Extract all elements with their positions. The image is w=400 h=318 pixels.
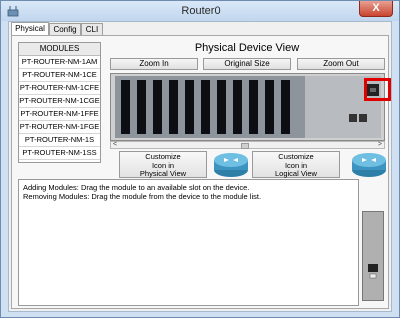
zoom-out-button[interactable]: Zoom Out — [297, 58, 385, 70]
module-item[interactable]: PT-ROUTER-NM-1SS — [19, 147, 100, 160]
zoom-controls: Zoom In Original Size Zoom Out — [110, 58, 385, 70]
module-item[interactable]: PT-ROUTER-NM-1FGE — [19, 121, 100, 134]
customize-physical-button[interactable]: Customize Icon in Physical View — [119, 151, 207, 178]
highlight-box — [364, 78, 391, 101]
empty-slot[interactable] — [169, 80, 178, 134]
customize-logical-label: Customize Icon in Logical View — [275, 152, 317, 178]
module-port-icon — [368, 264, 378, 279]
empty-slot[interactable] — [233, 80, 242, 134]
scroll-right-arrow[interactable]: > — [378, 141, 382, 148]
info-removing-text: Removing Modules: Drag the module from t… — [23, 192, 262, 201]
module-item[interactable]: PT-ROUTER-NM-1S — [19, 134, 100, 147]
empty-slot[interactable] — [201, 80, 210, 134]
physical-view-title: Physical Device View — [194, 42, 300, 54]
modules-header: MODULES — [19, 43, 100, 56]
empty-slot[interactable] — [137, 80, 146, 134]
window-content: Physical Config CLI MODULES PT-ROUTER-NM… — [8, 21, 392, 312]
customize-logical-button[interactable]: Customize Icon in Logical View — [252, 151, 340, 178]
scroll-left-arrow[interactable]: < — [113, 141, 117, 148]
module-item[interactable]: PT-ROUTER-NM-1CFE — [19, 82, 100, 95]
empty-slot[interactable] — [185, 80, 194, 134]
module-item[interactable]: PT-ROUTER-NM-1FFE — [19, 108, 100, 121]
module-preview[interactable] — [362, 211, 384, 301]
info-adding-text: Adding Modules: Drag the module to an av… — [23, 183, 250, 192]
title-bar[interactable]: Router0 X — [1, 1, 399, 21]
close-button[interactable]: X — [359, 1, 393, 17]
empty-slot[interactable] — [153, 80, 162, 134]
original-size-button[interactable]: Original Size — [203, 58, 291, 70]
port-icon — [349, 114, 367, 122]
module-item[interactable]: PT-ROUTER-NM-1CGE — [19, 95, 100, 108]
empty-slot[interactable] — [217, 80, 226, 134]
customize-physical-label: Customize Icon in Physical View — [139, 152, 187, 178]
empty-slot[interactable] — [281, 80, 290, 134]
device-view[interactable] — [110, 73, 385, 141]
tab-physical[interactable]: Physical — [11, 22, 49, 36]
empty-slot[interactable] — [265, 80, 274, 134]
info-panel: Adding Modules: Drag the module to an av… — [18, 179, 359, 306]
modules-list[interactable]: MODULES PT-ROUTER-NM-1AM PT-ROUTER-NM-1C… — [18, 42, 101, 163]
window-title: Router0 — [181, 5, 221, 17]
router-logical-icon — [352, 153, 386, 177]
router-chassis — [115, 76, 381, 138]
zoom-in-button[interactable]: Zoom In — [110, 58, 198, 70]
empty-slot[interactable] — [121, 80, 130, 134]
module-item[interactable]: PT-ROUTER-NM-1CE — [19, 69, 100, 82]
empty-slot[interactable] — [249, 80, 258, 134]
router-config-window: Router0 X Physical Config CLI MODULES PT… — [0, 0, 400, 318]
module-item[interactable]: PT-ROUTER-NM-1AM — [19, 56, 100, 69]
physical-panel: MODULES PT-ROUTER-NM-1AM PT-ROUTER-NM-1C… — [11, 35, 389, 309]
router-icon — [214, 153, 248, 177]
